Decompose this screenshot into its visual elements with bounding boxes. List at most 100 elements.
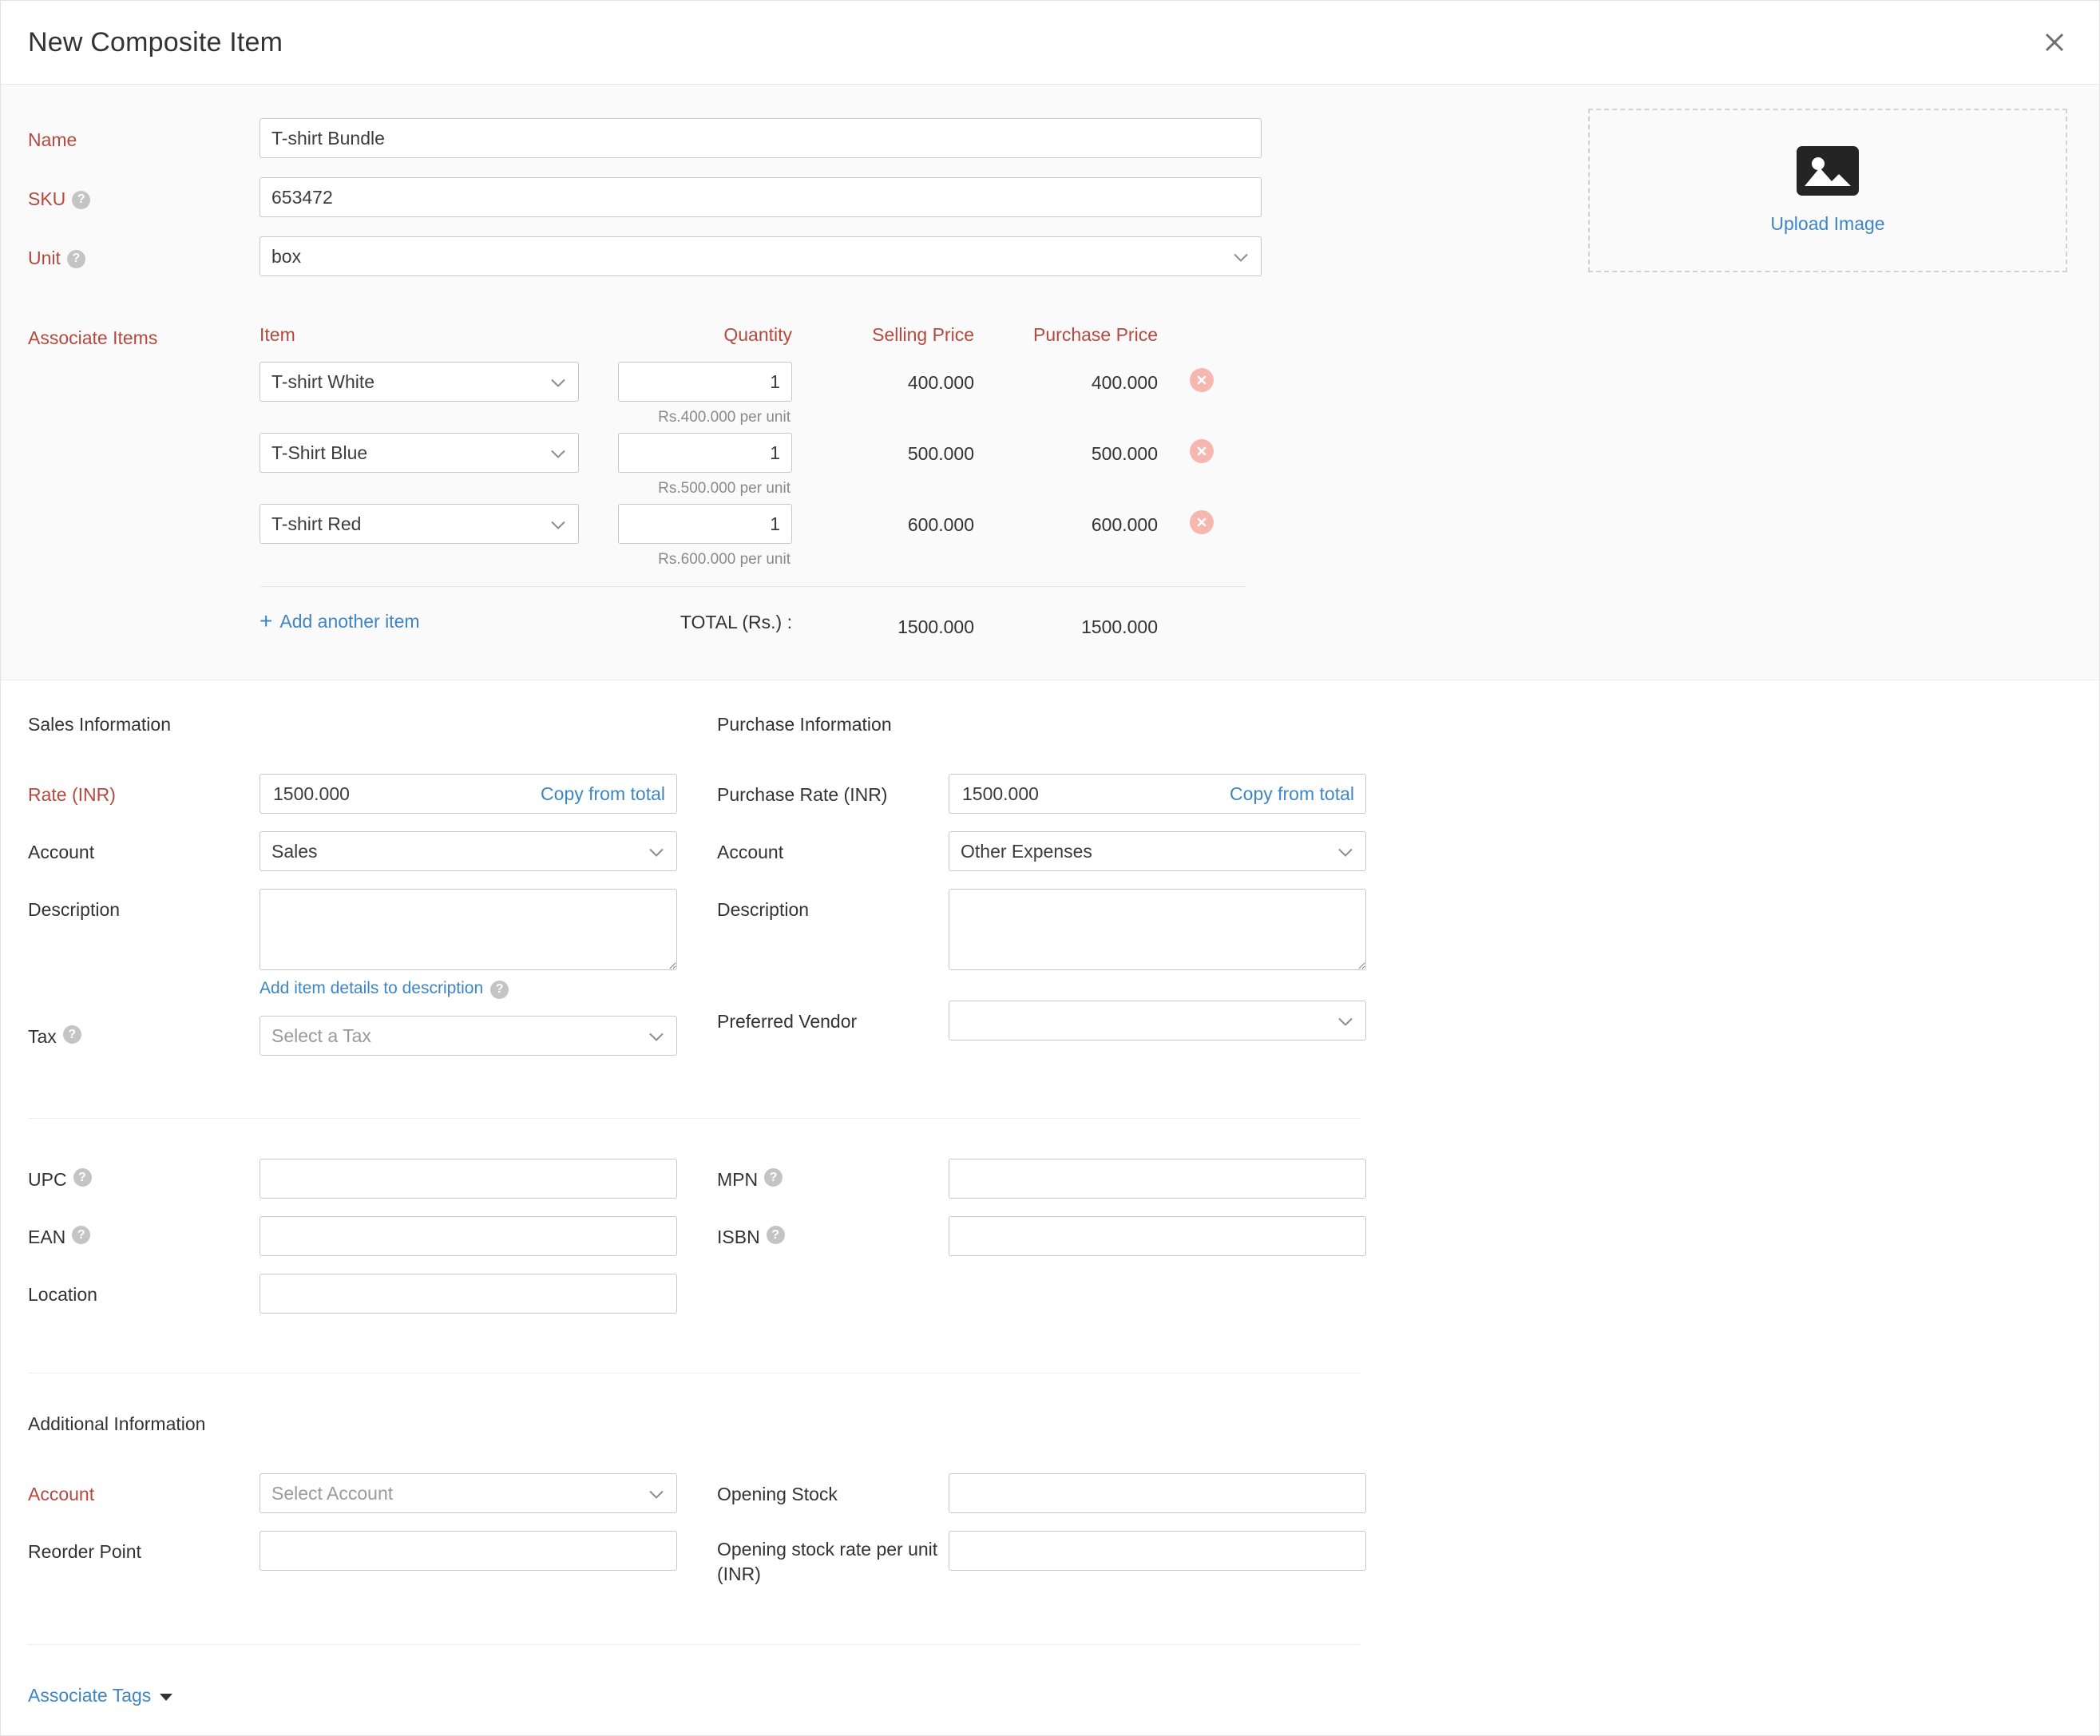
additional-account-label-text: Account	[28, 1482, 94, 1507]
reorder-point-input[interactable]	[260, 1531, 677, 1571]
opening-stock-input[interactable]	[949, 1473, 1366, 1513]
close-icon[interactable]	[2037, 25, 2072, 60]
upc-input[interactable]	[260, 1159, 677, 1199]
copy-from-total-link[interactable]: Copy from total	[1230, 783, 1354, 805]
unit-select[interactable]: box	[260, 236, 1262, 276]
associate-tags-toggle[interactable]: Associate Tags	[1, 1685, 172, 1706]
item-select[interactable]: T-Shirt Blue	[260, 433, 579, 473]
quantity-input[interactable]	[618, 433, 792, 473]
quantity-cell: Rs.600.000 per unit	[587, 504, 798, 569]
preferred-vendor-label: Preferred Vendor	[717, 1001, 949, 1034]
additional-information-section: Additional Information Account Select Ac…	[1, 1413, 2099, 1604]
purchase-information-panel: Purchase Information Purchase Rate (INR)…	[717, 714, 1388, 1073]
row-actions	[1158, 433, 1246, 463]
item-cell: T-shirt Red	[260, 504, 587, 544]
opening-stock-control	[949, 1473, 1388, 1513]
purchase-account-select[interactable]: Other Expenses	[949, 831, 1366, 871]
item-select-value: T-shirt White	[271, 371, 374, 393]
location-label-text: Location	[28, 1282, 97, 1307]
selling-price-value: 400.000	[798, 362, 974, 394]
total-purchase-price: 1500.000	[974, 606, 1158, 638]
sales-account-label-text: Account	[28, 840, 94, 865]
row-actions	[1158, 362, 1246, 392]
upload-image-dropzone[interactable]: Upload Image	[1588, 109, 2067, 272]
purchase-rate-input[interactable]	[961, 783, 1184, 806]
help-icon[interactable]: ?	[73, 1168, 92, 1187]
add-another-item-label: Add another item	[279, 611, 419, 632]
associate-items-section: Associate Items Item Quantity Selling Pr…	[1, 324, 2099, 638]
help-icon[interactable]: ?	[67, 250, 85, 268]
remove-row-icon[interactable]	[1190, 368, 1214, 392]
help-icon[interactable]: ?	[490, 981, 509, 999]
help-icon[interactable]: ?	[72, 1226, 90, 1244]
section-divider	[28, 1644, 1360, 1645]
copy-from-total-link[interactable]: Copy from total	[541, 783, 665, 805]
additional-information-title: Additional Information	[28, 1413, 699, 1435]
field-isbn: ISBN ?	[717, 1216, 1388, 1256]
product-codes-right: MPN ? ISBN ?	[717, 1159, 1388, 1331]
opening-stock-rate-input[interactable]	[949, 1531, 1366, 1571]
unit-select-wrap: box	[260, 236, 1262, 276]
purchase-price-value: 500.000	[974, 433, 1158, 465]
sales-information-panel: Sales Information Rate (INR) Copy from t…	[28, 714, 699, 1073]
sales-rate-input[interactable]	[271, 783, 495, 806]
upload-image-label[interactable]: Upload Image	[1770, 213, 1884, 235]
quantity-input[interactable]	[618, 504, 792, 544]
selling-price-value: 600.000	[798, 504, 974, 536]
mpn-input[interactable]	[949, 1159, 1366, 1199]
purchase-description-textarea[interactable]	[949, 889, 1366, 970]
quantity-input[interactable]	[618, 362, 792, 402]
sales-account-select[interactable]: Sales	[260, 831, 677, 871]
help-icon[interactable]: ?	[764, 1168, 783, 1187]
field-sales-description: Description Add item details to descript…	[28, 889, 699, 998]
chevron-down-icon	[160, 1694, 172, 1701]
preferred-vendor-select[interactable]	[949, 1001, 1366, 1040]
add-another-item-button[interactable]: + Add another item	[260, 611, 420, 633]
preferred-vendor-control	[949, 1001, 1388, 1040]
additional-account-value: Select Account	[271, 1483, 393, 1504]
sales-tax-select[interactable]: Select a Tax	[260, 1016, 677, 1056]
item-select[interactable]: T-shirt White	[260, 362, 579, 402]
purchase-price-value: 600.000	[974, 504, 1158, 536]
sales-description-label-text: Description	[28, 898, 120, 922]
purchase-account-select-wrap: Other Expenses	[949, 831, 1366, 871]
field-sales-account: Account Sales	[28, 831, 699, 871]
location-input[interactable]	[260, 1274, 677, 1314]
help-icon[interactable]: ?	[767, 1226, 785, 1244]
per-unit-rate: Rs.400.000 per unit	[587, 409, 792, 426]
table-row: T-Shirt Blue Rs.500.000 per unit 500.000…	[260, 433, 2099, 497]
additional-account-select[interactable]: Select Account	[260, 1473, 677, 1513]
additional-information-left: Additional Information Account Select Ac…	[28, 1413, 699, 1604]
ean-control	[260, 1216, 699, 1256]
column-header-item: Item	[260, 324, 587, 346]
field-sales-rate: Rate (INR) Copy from total	[28, 774, 699, 814]
remove-row-icon[interactable]	[1190, 510, 1214, 534]
help-icon[interactable]: ?	[63, 1025, 81, 1044]
mpn-control	[949, 1159, 1388, 1199]
unit-label: Unit ?	[28, 236, 260, 271]
ean-input[interactable]	[260, 1216, 677, 1256]
sku-input[interactable]	[260, 177, 1262, 217]
details-section: Sales Information Rate (INR) Copy from t…	[1, 680, 2099, 1736]
purchase-price-value: 400.000	[974, 362, 1158, 394]
total-label: TOTAL (Rs.) :	[587, 612, 798, 633]
product-codes-left: UPC ? EAN ?	[28, 1159, 699, 1331]
additional-account-select-wrap: Select Account	[260, 1473, 677, 1513]
plus-icon: +	[260, 610, 272, 632]
sales-description-textarea[interactable]	[260, 889, 677, 970]
sales-account-value: Sales	[271, 841, 318, 862]
item-select[interactable]: T-shirt Red	[260, 504, 579, 544]
mpn-label: MPN ?	[717, 1159, 949, 1192]
remove-row-icon[interactable]	[1190, 439, 1214, 463]
name-input[interactable]	[260, 118, 1262, 158]
opening-stock-rate-label: Opening stock rate per unit (INR)	[717, 1531, 949, 1587]
new-composite-item-modal: New Composite Item Name SKU ?	[0, 0, 2100, 1736]
isbn-input[interactable]	[949, 1216, 1366, 1256]
sku-label-text: SKU	[28, 185, 65, 212]
opening-stock-rate-control	[949, 1531, 1388, 1571]
help-icon[interactable]: ?	[72, 191, 90, 209]
upc-label-text: UPC	[28, 1167, 67, 1192]
opening-stock-rate-label-text: Opening stock rate per unit (INR)	[717, 1537, 949, 1587]
location-control	[260, 1274, 699, 1314]
add-item-details-link[interactable]: Add item details to description	[260, 979, 483, 998]
